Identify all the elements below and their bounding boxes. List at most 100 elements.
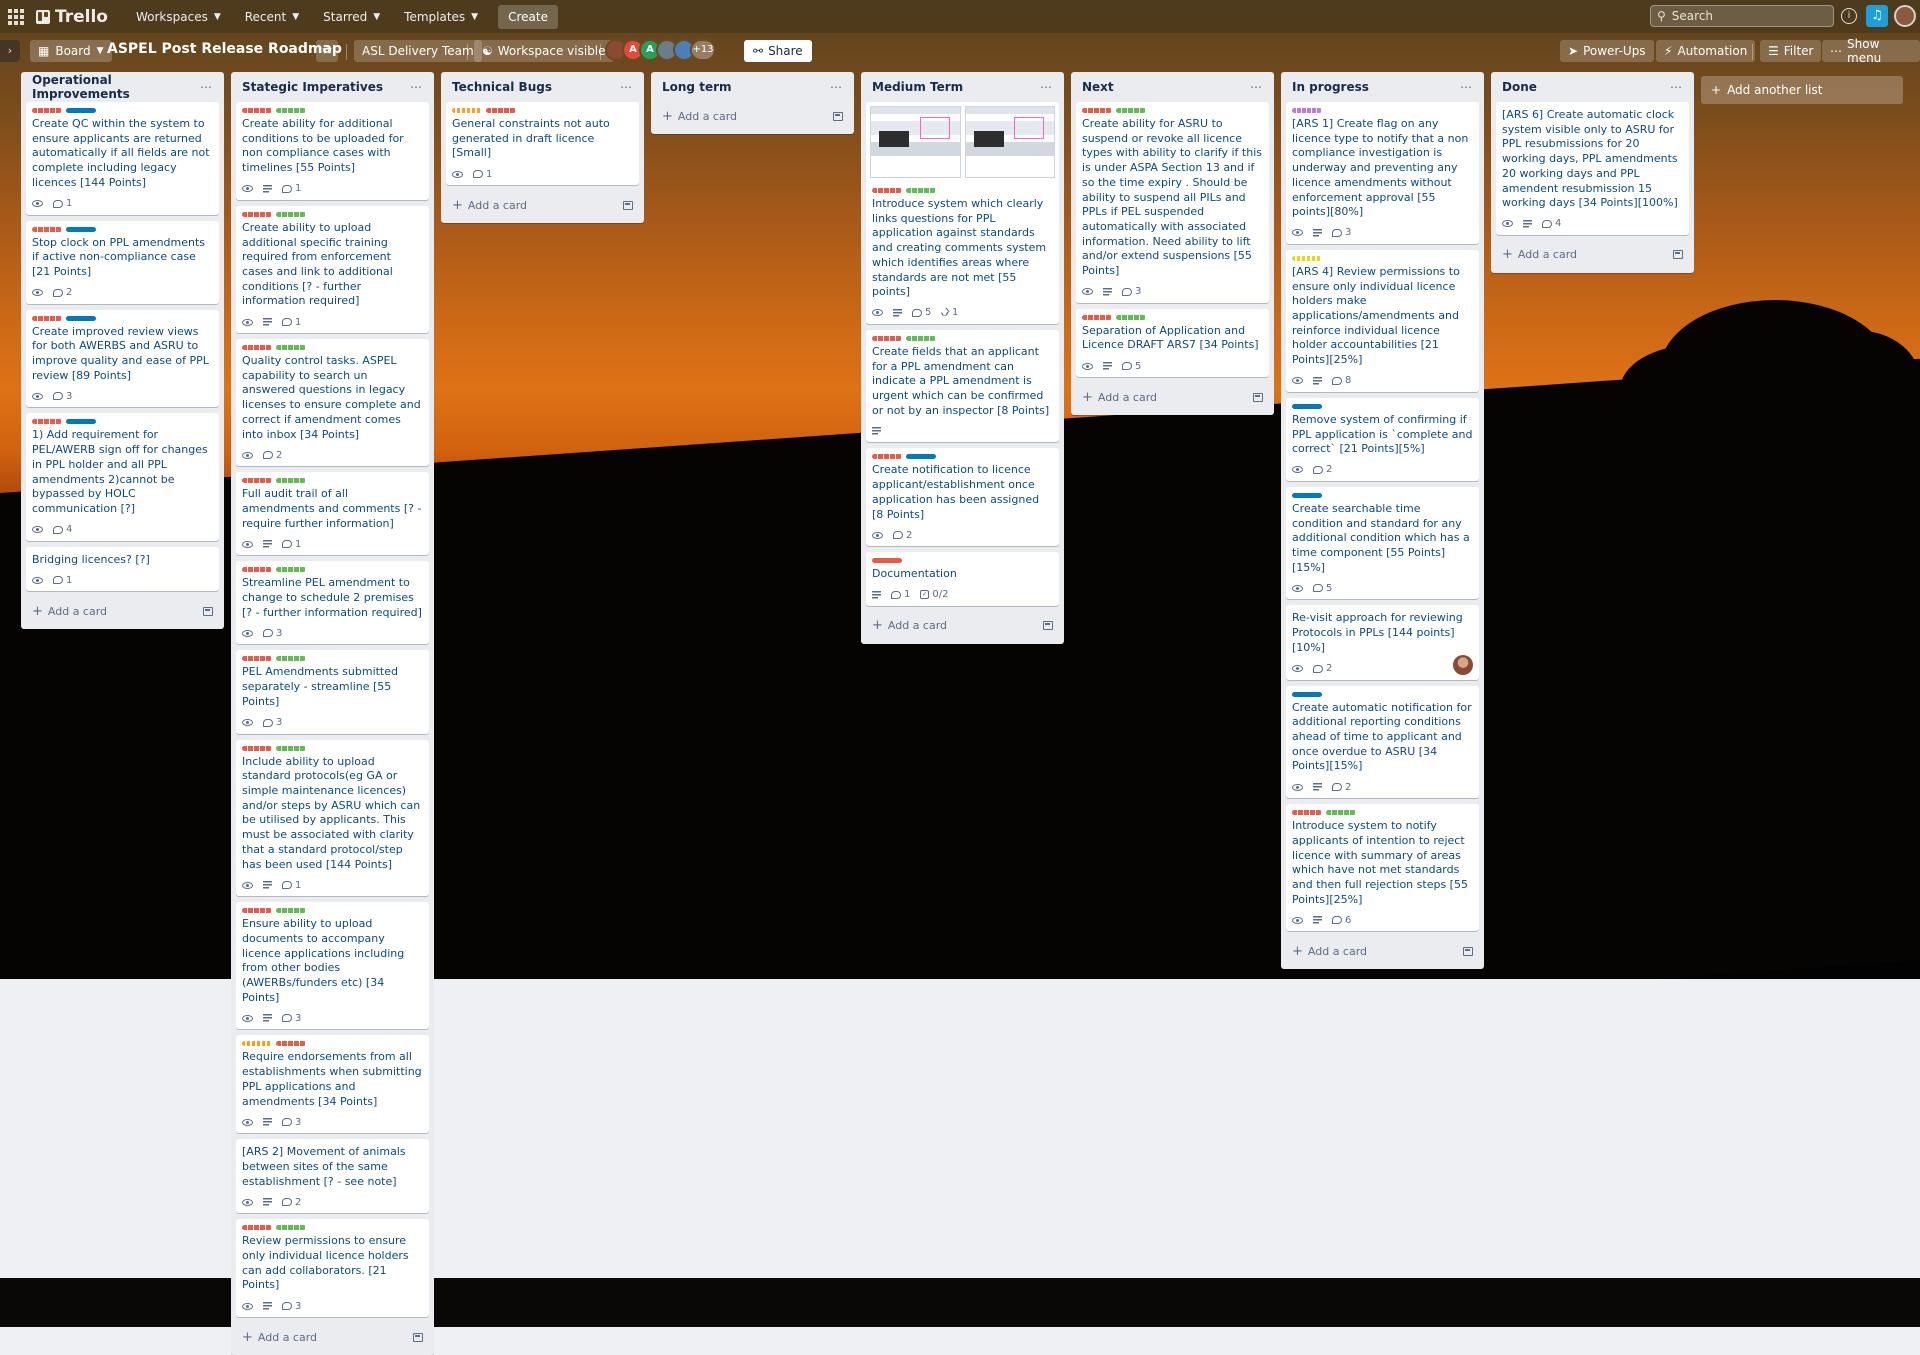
card-labels[interactable]	[32, 108, 213, 113]
visibility-button[interactable]: ☯ Workspace visible	[474, 40, 614, 62]
card[interactable]: Create notification to licence applicant…	[866, 448, 1059, 547]
add-card-button[interactable]: + Add a card	[866, 612, 1059, 640]
list-title[interactable]: Stategic Imperatives	[242, 80, 383, 94]
card-label[interactable]	[872, 454, 902, 460]
filter-button[interactable]: ☰ Filter	[1760, 40, 1822, 62]
card-label[interactable]	[872, 558, 902, 564]
card-label[interactable]	[452, 108, 482, 113]
card-labels[interactable]	[242, 1041, 423, 1047]
list-title[interactable]: Long term	[662, 80, 732, 94]
card-label[interactable]	[276, 1041, 306, 1047]
card-label[interactable]	[276, 345, 306, 351]
card[interactable]: Introduce system which clearly links que…	[866, 102, 1059, 324]
card-label[interactable]	[242, 908, 272, 914]
card-label[interactable]	[242, 345, 272, 351]
list-header[interactable]: In progress ⋯	[1286, 72, 1479, 102]
card[interactable]: Include ability to upload standard proto…	[236, 739, 429, 897]
more-members-badge[interactable]: +13	[690, 39, 716, 61]
list[interactable]: Stategic Imperatives ⋯ Create ability for …	[231, 72, 434, 1355]
card-label[interactable]	[1326, 810, 1356, 816]
card-label[interactable]	[1292, 691, 1322, 697]
card-label[interactable]	[486, 108, 516, 113]
automation-button[interactable]: ⚡ Automation	[1656, 40, 1756, 62]
card-label[interactable]	[32, 315, 62, 321]
card-label[interactable]	[1292, 403, 1322, 409]
card-labels[interactable]	[242, 211, 423, 217]
card-labels[interactable]	[1292, 492, 1473, 498]
card-labels[interactable]	[1292, 403, 1473, 409]
card[interactable]: Review permissions to ensure only indivi…	[236, 1219, 429, 1318]
search-input[interactable]: ⚲ Search	[1650, 5, 1834, 27]
card[interactable]: 1) Add requirement for PEL/AWERB sign of…	[26, 413, 219, 541]
card-labels[interactable]	[32, 226, 213, 232]
list-menu-icon[interactable]: ⋯	[1040, 80, 1053, 94]
card-labels[interactable]	[452, 108, 633, 113]
card[interactable]: Create improved review views for both AW…	[26, 309, 219, 408]
list[interactable]: Long term ⋯ + Add a card	[651, 72, 854, 134]
card-member-avatar[interactable]	[1453, 654, 1473, 675]
card-label[interactable]	[66, 108, 96, 113]
workspace-team-button[interactable]: ASL Delivery Team	[354, 40, 482, 62]
board-members[interactable]: A A +13	[605, 39, 716, 61]
card-label[interactable]	[872, 335, 902, 341]
card-label[interactable]	[1292, 492, 1322, 498]
card-label[interactable]	[32, 226, 62, 232]
card[interactable]: Create ability to upload additional spec…	[236, 205, 429, 334]
card[interactable]: Create fields that an applicant for a PP…	[866, 329, 1059, 443]
list-menu-icon[interactable]: ⋯	[1250, 80, 1263, 94]
list-header[interactable]: Done ⋯	[1496, 72, 1689, 102]
card-label[interactable]	[1292, 255, 1322, 261]
card-label[interactable]	[906, 335, 936, 341]
card-label[interactable]	[276, 1225, 306, 1231]
card-labels[interactable]	[242, 1225, 423, 1231]
list-header[interactable]: Stategic Imperatives ⋯	[236, 72, 429, 102]
card-label[interactable]	[66, 315, 96, 321]
list-title[interactable]: Operational Improvements	[32, 73, 200, 101]
list-menu-icon[interactable]: ⋯	[1670, 80, 1683, 94]
add-card-button[interactable]: + Add a card	[656, 102, 849, 130]
list[interactable]: Medium Term ⋯ Introduce system which clear…	[861, 72, 1064, 644]
card-label[interactable]	[276, 745, 306, 751]
board-title[interactable]: ASPEL Post Release Roadmap	[107, 41, 342, 57]
add-card-button[interactable]: + Add a card	[236, 1323, 429, 1351]
card[interactable]: [ARS 4] Review permissions to ensure onl…	[1286, 249, 1479, 392]
card-labels[interactable]	[1292, 810, 1473, 816]
list-menu-icon[interactable]: ⋯	[200, 80, 213, 94]
card-labels[interactable]	[1082, 108, 1263, 113]
list-header[interactable]: Medium Term ⋯	[866, 72, 1059, 102]
account-avatar[interactable]	[1894, 5, 1916, 27]
card-label[interactable]	[242, 211, 272, 217]
info-icon[interactable]: i	[1841, 8, 1857, 24]
nav-workspaces[interactable]: Workspaces ▼	[126, 5, 231, 29]
card-labels[interactable]	[32, 315, 213, 321]
card-label[interactable]	[242, 1225, 272, 1231]
card-labels[interactable]	[242, 656, 423, 662]
card[interactable]: Ensure ability to upload documents to ac…	[236, 902, 429, 1030]
card[interactable]: Documentation 1 ✓ 0/2	[866, 552, 1059, 606]
card-labels[interactable]	[242, 108, 423, 113]
list-title[interactable]: Medium Term	[872, 80, 963, 94]
card-label[interactable]	[1082, 314, 1112, 320]
card[interactable]: [ARS 2] Movement of animals between site…	[236, 1139, 429, 1214]
board-view-switcher[interactable]: ▦ Board ▼	[30, 40, 112, 62]
list-menu-icon[interactable]: ⋯	[1460, 80, 1473, 94]
card[interactable]: [ARS 1] Create flag on any licence type …	[1286, 102, 1479, 244]
card[interactable]: Stop clock on PPL amendments if active n…	[26, 220, 219, 304]
card-label[interactable]	[276, 211, 306, 217]
card[interactable]: Create ability for additional conditions…	[236, 102, 429, 200]
card-label[interactable]	[276, 567, 306, 573]
card-labels[interactable]	[242, 345, 423, 351]
card[interactable]: Separation of Application and Licence DR…	[1076, 308, 1269, 378]
card-label[interactable]	[1292, 108, 1322, 113]
card-label[interactable]	[1082, 108, 1112, 113]
card-label[interactable]	[242, 567, 272, 573]
card-labels[interactable]	[242, 908, 423, 914]
card[interactable]: PEL Amendments submitted separately - st…	[236, 650, 429, 734]
app-switcher-icon[interactable]	[6, 7, 26, 27]
card-label[interactable]	[242, 745, 272, 751]
card[interactable]: Create searchable time condition and sta…	[1286, 486, 1479, 600]
list-header[interactable]: Operational Improvements ⋯	[26, 72, 219, 102]
card-labels[interactable]	[872, 454, 1053, 460]
list-header[interactable]: Next ⋯	[1076, 72, 1269, 102]
add-card-button[interactable]: + Add a card	[1076, 383, 1269, 411]
